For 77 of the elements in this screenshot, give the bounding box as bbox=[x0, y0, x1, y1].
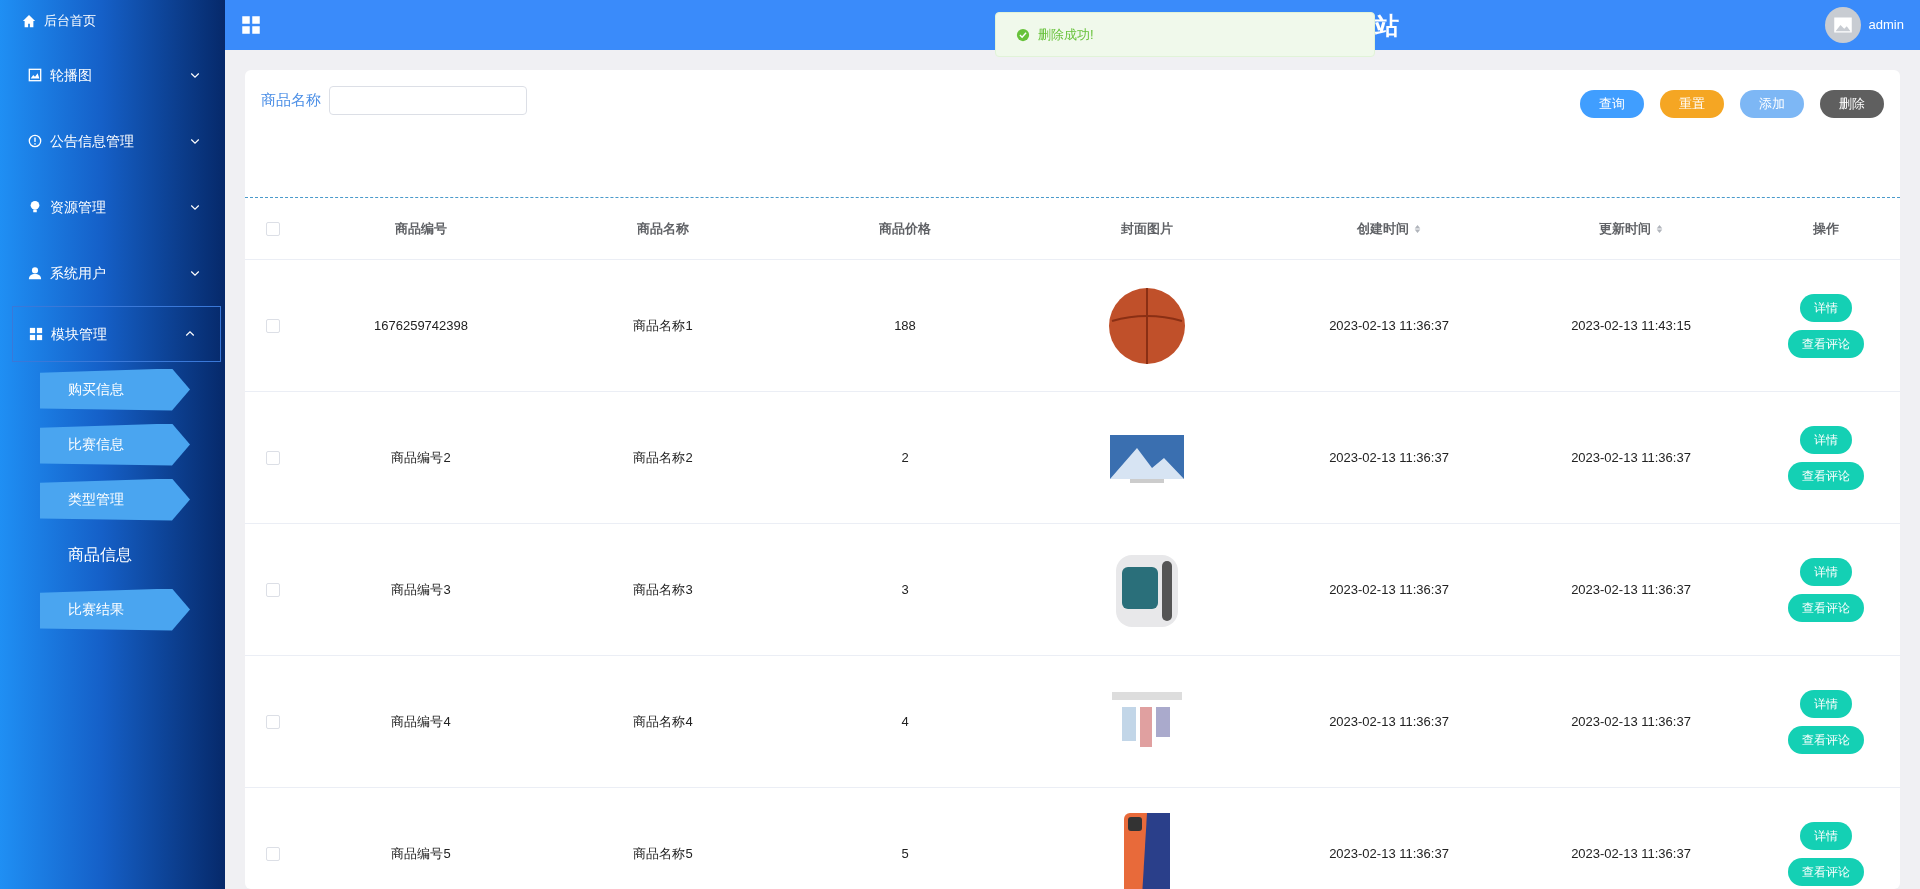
table-cell-text: 商品名称5 bbox=[633, 844, 693, 863]
table-cell-text: 2023-02-13 11:36:37 bbox=[1571, 448, 1691, 467]
table-cell-text: 2023-02-13 11:36:37 bbox=[1329, 844, 1449, 863]
table-cell-text: 商品名称2 bbox=[633, 448, 693, 467]
table-cell-text: 4 bbox=[901, 712, 909, 731]
row-checkbox[interactable] bbox=[265, 582, 280, 597]
table-cell-text: 商品名称1 bbox=[633, 316, 693, 335]
user-name[interactable]: admin bbox=[1868, 15, 1904, 35]
search-label: 商品名称 bbox=[261, 90, 321, 111]
comments-button[interactable]: 查看评论 bbox=[1788, 329, 1864, 358]
home-icon bbox=[22, 14, 36, 28]
table-cell-text: 商品名称3 bbox=[633, 580, 693, 599]
check-circle-icon bbox=[1016, 27, 1030, 42]
table-cell-text: 2023-02-13 11:36:37 bbox=[1571, 844, 1691, 863]
grid-icon bbox=[29, 327, 43, 341]
table-cell-text: 1676259742398 bbox=[374, 316, 468, 335]
column-header[interactable]: 创建时间 bbox=[1356, 218, 1409, 239]
comments-button[interactable]: 查看评论 bbox=[1788, 857, 1864, 886]
sidebar-item[interactable]: 系统用户 bbox=[0, 240, 225, 306]
row-checkbox[interactable] bbox=[265, 714, 280, 729]
bulb-icon bbox=[28, 200, 42, 214]
user-icon bbox=[28, 266, 42, 280]
row-checkbox[interactable] bbox=[265, 846, 280, 861]
detail-button[interactable]: 详情 bbox=[1800, 293, 1852, 322]
row-checkbox[interactable] bbox=[265, 318, 280, 333]
sidebar-item[interactable]: 公告信息管理 bbox=[0, 108, 225, 174]
search-field[interactable] bbox=[329, 86, 527, 116]
sidebar-item[interactable]: 轮播图 bbox=[0, 42, 225, 108]
sidebar-item[interactable]: 模块管理 bbox=[12, 306, 221, 362]
table-cell-text: 商品编号5 bbox=[391, 844, 451, 863]
table-cell-text: 2023-02-13 11:36:37 bbox=[1329, 712, 1449, 731]
column-header: 封面图片 bbox=[1121, 219, 1173, 238]
table-cell-text: 商品名称4 bbox=[633, 712, 693, 731]
detail-button[interactable]: 详情 bbox=[1800, 425, 1852, 454]
detail-button[interactable]: 详情 bbox=[1800, 821, 1852, 850]
column-header: 商品价格 bbox=[879, 219, 931, 238]
query-button[interactable]: 查询 bbox=[1580, 90, 1644, 119]
comments-button[interactable]: 查看评论 bbox=[1788, 461, 1864, 490]
table-cell-text: 2023-02-13 11:36:37 bbox=[1571, 580, 1691, 599]
warning-icon bbox=[28, 134, 42, 148]
sidebar-item[interactable]: 后台首页 bbox=[0, 0, 225, 42]
page-title: 站 bbox=[1375, 11, 1399, 41]
row-checkbox[interactable] bbox=[265, 450, 280, 465]
table-cell-text: 3 bbox=[901, 580, 909, 599]
image-icon bbox=[28, 68, 42, 82]
table-cell-text: 2 bbox=[901, 448, 909, 467]
detail-button[interactable]: 详情 bbox=[1800, 689, 1852, 718]
sidebar-item[interactable]: 资源管理 bbox=[0, 174, 225, 240]
avatar bbox=[1824, 7, 1861, 44]
detail-button[interactable]: 详情 bbox=[1800, 557, 1852, 586]
table-cell-text: 商品编号2 bbox=[391, 448, 451, 467]
table-cell-text: 商品编号3 bbox=[391, 580, 451, 599]
table-cell-text: 2023-02-13 11:36:37 bbox=[1329, 316, 1449, 335]
column-header: 商品编号 bbox=[395, 219, 447, 238]
table-cell-text: 188 bbox=[894, 316, 916, 335]
table-cell-text: 商品编号4 bbox=[391, 712, 451, 731]
add-button[interactable]: 添加 bbox=[1740, 90, 1804, 119]
comments-button[interactable]: 查看评论 bbox=[1788, 593, 1864, 622]
table-cell-text: 2023-02-13 11:36:37 bbox=[1571, 712, 1691, 731]
table-cell-text: 5 bbox=[901, 844, 909, 863]
table-cell-text: 2023-02-13 11:36:37 bbox=[1329, 580, 1449, 599]
delete-button[interactable]: 删除 bbox=[1820, 90, 1884, 119]
sidebar-subitem[interactable]: 比赛结果 bbox=[40, 588, 190, 631]
table-cell-text: 2023-02-13 11:36:37 bbox=[1329, 448, 1449, 467]
table-cell-text: 2023-02-13 11:43:15 bbox=[1571, 316, 1691, 335]
grid-icon bbox=[241, 15, 261, 36]
sidebar-subitem[interactable]: 购买信息 bbox=[40, 368, 190, 411]
column-header: 操作 bbox=[1813, 219, 1839, 238]
comments-button[interactable]: 查看评论 bbox=[1788, 725, 1864, 754]
select-all-checkbox[interactable] bbox=[265, 221, 280, 236]
toast-text: 删除成功! bbox=[1038, 25, 1094, 44]
reset-button[interactable]: 重置 bbox=[1660, 90, 1724, 119]
sidebar-subitem[interactable]: 比赛信息 bbox=[40, 423, 190, 466]
column-header[interactable]: 更新时间 bbox=[1598, 218, 1651, 239]
sidebar-subitem[interactable]: 类型管理 bbox=[40, 478, 190, 521]
column-header: 商品名称 bbox=[637, 219, 689, 238]
sidebar-subitem[interactable]: 商品信息 bbox=[68, 542, 132, 567]
